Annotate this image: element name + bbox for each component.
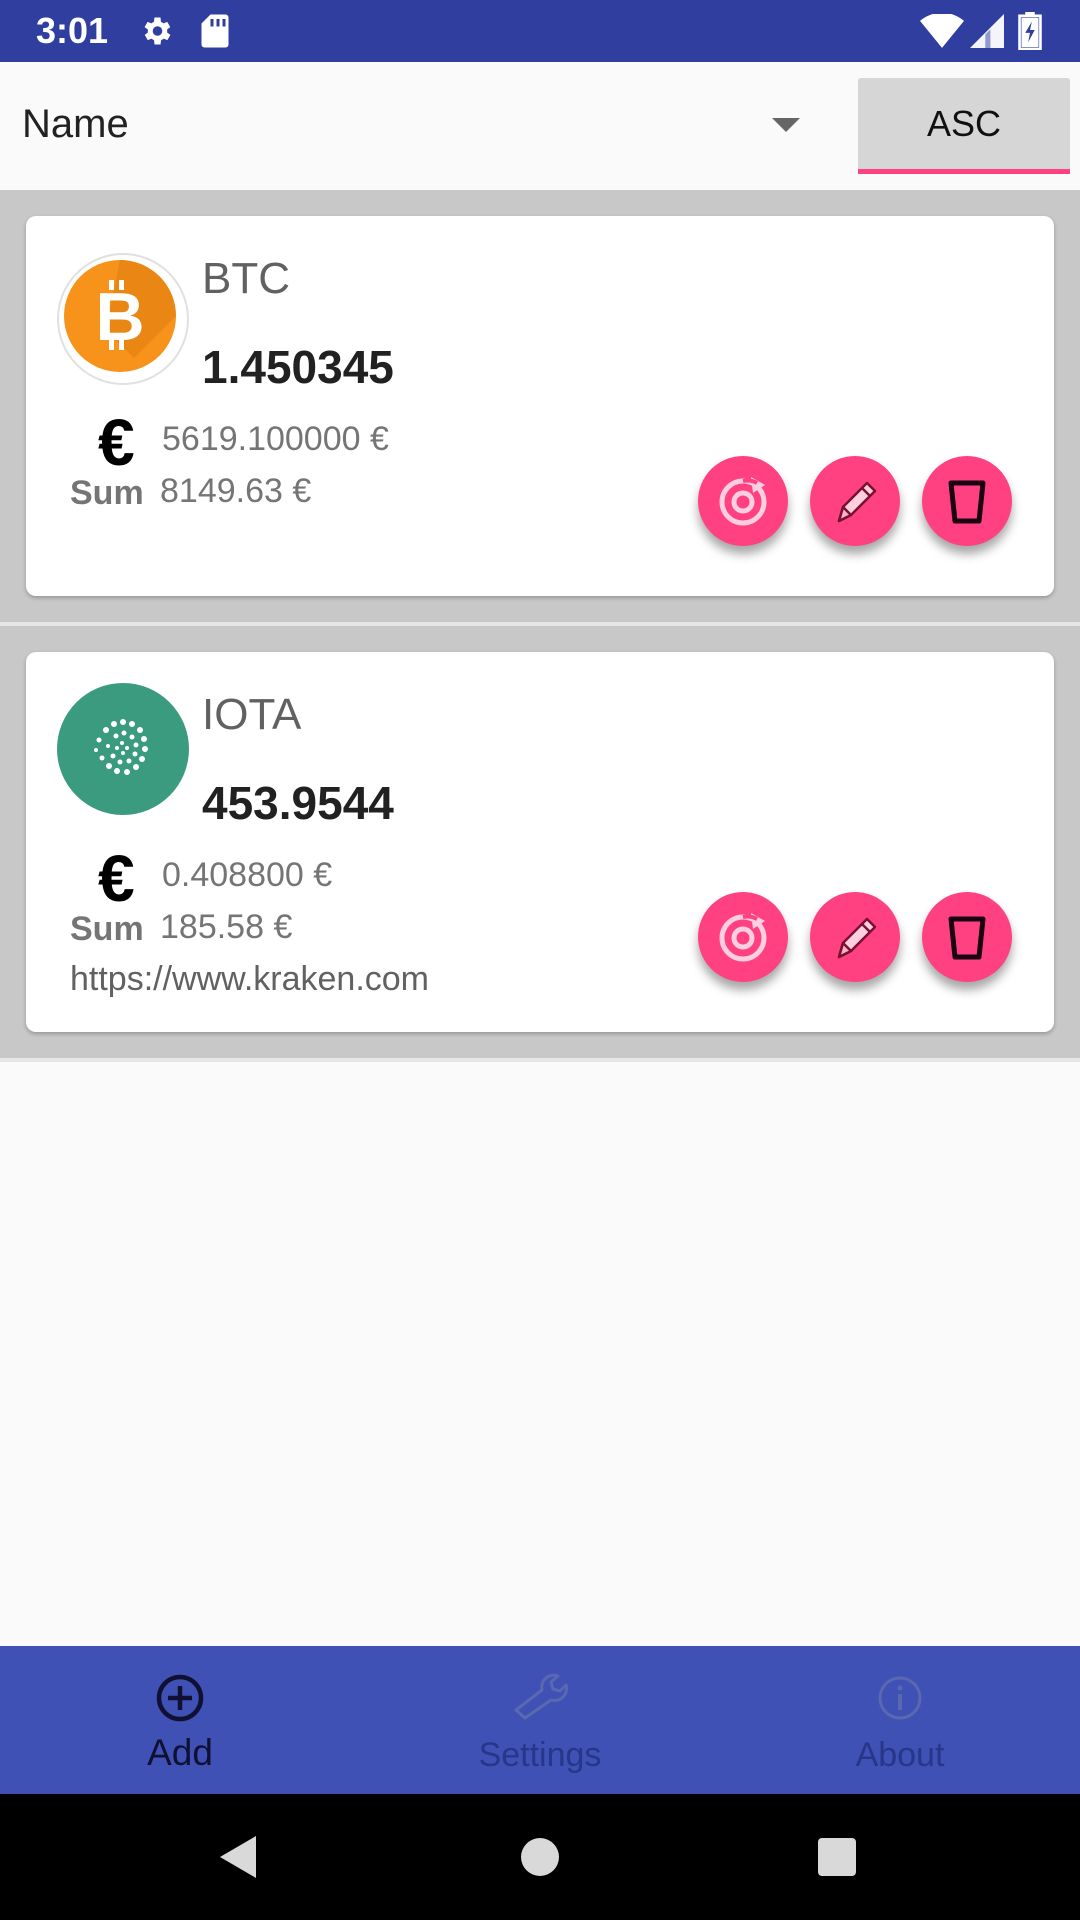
refresh-icon [719, 913, 767, 962]
pencil-icon [837, 481, 877, 523]
exchange-link[interactable]: https://www.kraken.com [70, 960, 429, 999]
status-bar: 3:01 [0, 0, 1080, 62]
nav-about[interactable]: About [720, 1646, 1080, 1794]
coin-price: 5619.100000 € [162, 420, 389, 458]
euro-icon: € [98, 841, 135, 915]
status-time: 3:01 [36, 10, 109, 51]
delete-button[interactable] [922, 456, 1012, 546]
back-icon[interactable] [214, 1832, 264, 1882]
coin-card[interactable]: IOTA 453.9544 € 0.408800 € Sum 185.58 € … [26, 652, 1054, 1032]
coin-price: 0.408800 € [162, 856, 333, 894]
coin-symbol: BTC [202, 254, 290, 303]
add-circle-icon [156, 1674, 204, 1722]
sort-order-button[interactable]: ASC [858, 78, 1070, 174]
info-icon [878, 1676, 922, 1720]
coin-list: B BTC 1.450345 € 5619.100000 € Sum 8149.… [0, 190, 1080, 1062]
iota-logo-icon [57, 683, 189, 815]
list-divider [0, 1058, 1080, 1062]
refresh-icon [719, 477, 767, 526]
sum-value: 8149.63 € [160, 472, 312, 510]
nav-label: Settings [478, 1736, 602, 1774]
edit-button[interactable] [810, 892, 900, 982]
wrench-icon [514, 1673, 568, 1720]
nav-settings[interactable]: Settings [360, 1646, 720, 1794]
wifi-icon [920, 14, 964, 48]
recents-icon[interactable] [812, 1832, 862, 1882]
dropdown-arrow-icon [772, 118, 800, 132]
sum-label: Sum [70, 474, 144, 512]
gear-icon [144, 17, 171, 45]
coin-amount: 453.9544 [202, 777, 394, 829]
sort-bar: Name ASC [0, 62, 1080, 190]
euro-icon: € [98, 405, 135, 479]
battery-icon [1018, 12, 1042, 50]
sort-field-label: Name [22, 102, 129, 146]
sum-label: Sum [70, 910, 144, 948]
nav-label: Add [147, 1732, 213, 1773]
refresh-button[interactable] [698, 892, 788, 982]
signal-icon [970, 14, 1004, 48]
nav-label: About [855, 1736, 945, 1774]
sd-card-icon [201, 14, 229, 48]
delete-button[interactable] [922, 892, 1012, 982]
coin-symbol: IOTA [202, 690, 302, 739]
bottom-navigation: Add Settings About [0, 1646, 1080, 1794]
list-divider [0, 622, 1080, 626]
coin-amount: 1.450345 [202, 341, 394, 393]
trash-icon [948, 916, 986, 960]
sort-field-select[interactable]: Name [0, 62, 840, 190]
refresh-button[interactable] [698, 456, 788, 546]
trash-icon [948, 480, 986, 524]
pencil-icon [837, 917, 877, 959]
sum-value: 185.58 € [160, 908, 293, 946]
bitcoin-logo-icon: B [57, 253, 189, 385]
system-navigation-bar [0, 1794, 1080, 1920]
edit-button[interactable] [810, 456, 900, 546]
nav-add[interactable]: Add [0, 1646, 360, 1794]
coin-card[interactable]: B BTC 1.450345 € 5619.100000 € Sum 8149.… [26, 216, 1054, 596]
home-icon[interactable] [515, 1832, 565, 1882]
